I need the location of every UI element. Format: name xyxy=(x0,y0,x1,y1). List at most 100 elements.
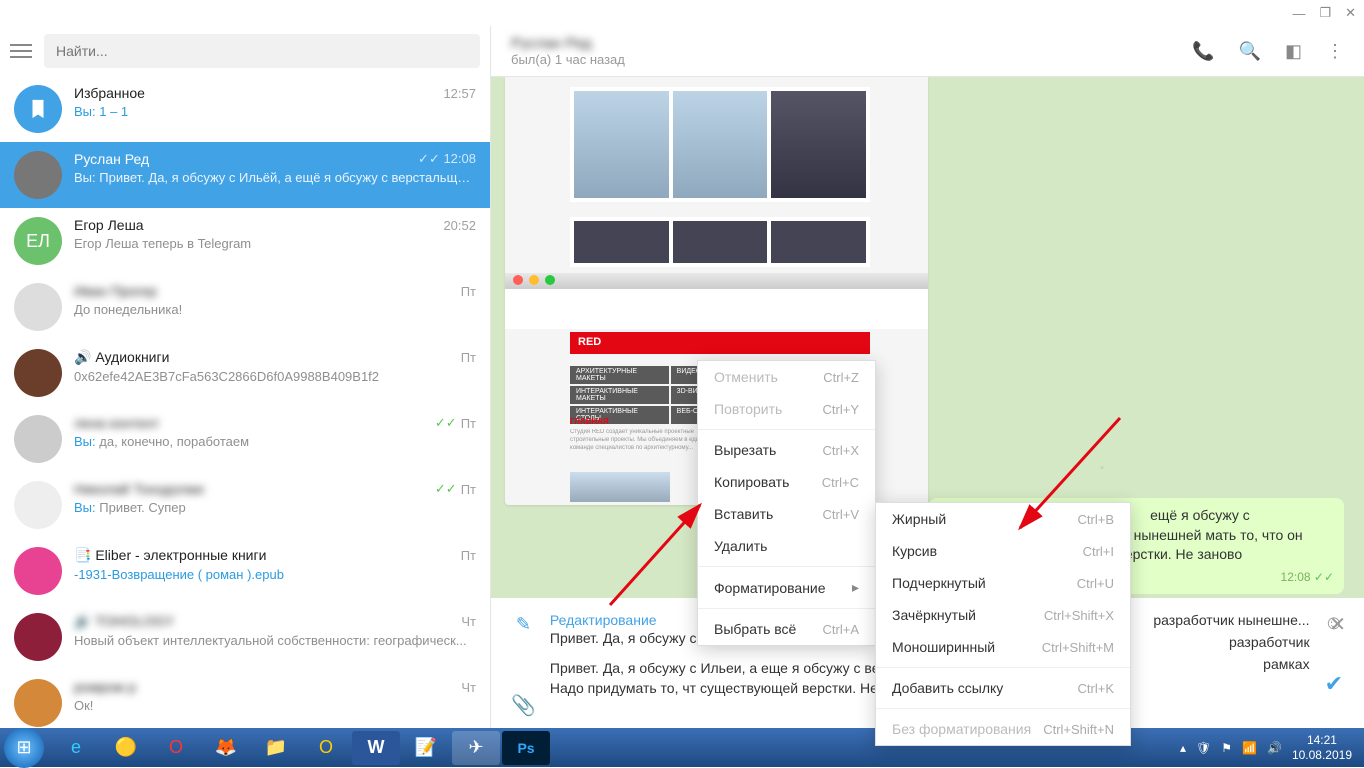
chat-time: ✓✓Пт xyxy=(435,415,476,431)
menu-icon[interactable] xyxy=(10,44,32,58)
avatar xyxy=(14,349,62,397)
chat-item[interactable]: Руслан Ред✓✓ 12:08Вы: Привет. Да, я обсу… xyxy=(0,142,490,208)
avatar xyxy=(14,679,62,727)
tray-network-icon[interactable]: 📶 xyxy=(1242,741,1257,755)
chat-item[interactable]: 📑 Eliber - электронные книги Пт -1931-Возв… xyxy=(0,538,490,604)
chat-item[interactable]: 🔊 АудиокнигиПт0x62efe42AE3B7cFa563C2866D… xyxy=(0,340,490,406)
chat-preview: Вы: Привет. Да, я обсужу с Ильёй, а ещё … xyxy=(74,170,476,185)
avatar xyxy=(14,415,62,463)
annotation-arrow xyxy=(610,495,730,608)
chat-name: 🔊 TOHOLOGY xyxy=(74,613,174,630)
extra-line: рамках xyxy=(1263,656,1309,672)
chat-preview: 0x62efe42AE3B7cFa563C2866D6f0A9988B409B1… xyxy=(74,369,476,384)
chat-name: Руслан Ред xyxy=(74,151,149,167)
bubble-time: 12:08 xyxy=(1281,570,1311,584)
tray-sound-icon[interactable]: 🔊 xyxy=(1267,741,1282,755)
taskbar-explorer[interactable]: 📁 xyxy=(252,731,300,765)
call-icon[interactable]: 📞 xyxy=(1192,41,1214,62)
chat-item[interactable]: 🔊 TOHOLOGYЧтНовый объект интеллектуально… xyxy=(0,604,490,670)
chat-preview: Вы: 1 – 1 xyxy=(74,104,476,119)
tray-flag-icon[interactable]: ⚑ xyxy=(1221,741,1232,755)
menu-item: Без форматированияCtrl+Shift+N xyxy=(876,713,1130,745)
menu-item[interactable]: КопироватьCtrl+C xyxy=(698,466,875,498)
chat-name: 📑 Eliber - электронные книги xyxy=(74,547,266,564)
system-tray[interactable]: ▴ 🛡 ⚑ 📶 🔊 14:21 10.08.2019 xyxy=(1180,733,1360,762)
menu-item[interactable]: ВырезатьCtrl+X xyxy=(698,434,875,466)
tray-clock[interactable]: 14:21 10.08.2019 xyxy=(1292,733,1352,762)
menu-item[interactable]: Добавить ссылкуCtrl+K xyxy=(876,672,1130,704)
chat-item[interactable]: Николай Тоходолжи✓✓ПтВы: Привет. Супер xyxy=(0,472,490,538)
chat-preview: -1931-Возвращение ( роман ).epub xyxy=(74,567,476,582)
chat-preview: Ок! xyxy=(74,698,476,713)
window-close[interactable]: ✕ xyxy=(1345,5,1356,21)
menu-item[interactable]: ПодчеркнутыйCtrl+U xyxy=(876,567,1130,599)
chat-time: Чт xyxy=(461,680,476,695)
menu-item: ПовторитьCtrl+Y xyxy=(698,393,875,425)
chat-time: Пт xyxy=(461,548,476,563)
edit-icon: ✎ xyxy=(516,614,531,635)
chat-name: лена контент xyxy=(74,415,159,431)
extra-line: разработчик нынешне... xyxy=(1153,612,1309,628)
taskbar-opera[interactable]: O xyxy=(152,731,200,765)
menu-item[interactable]: МоноширинныйCtrl+Shift+M xyxy=(876,631,1130,663)
taskbar-firefox[interactable]: 🦊 xyxy=(202,731,250,765)
avatar xyxy=(14,481,62,529)
window-titlebar: — ❐ ✕ xyxy=(0,0,1364,26)
taskbar-notepad[interactable]: 📝 xyxy=(402,731,450,765)
chat-name: ромром р xyxy=(74,679,136,695)
search-icon[interactable]: 🔍 xyxy=(1239,41,1261,62)
chat-title: Руслан Ред xyxy=(511,35,1192,52)
menu-item[interactable]: Выбрать всёCtrl+A xyxy=(698,613,875,645)
sidebar: Избранное 12:57 Вы: 1 – 1 Руслан Ред✓✓ 12:0… xyxy=(0,26,491,728)
taskbar-ie[interactable]: e xyxy=(52,731,100,765)
search-input[interactable] xyxy=(44,34,480,68)
avatar xyxy=(14,85,62,133)
chat-list[interactable]: Избранное 12:57 Вы: 1 – 1 Руслан Ред✓✓ 12:0… xyxy=(0,76,490,728)
send-icon[interactable]: ✔ xyxy=(1325,671,1343,697)
more-icon[interactable]: ⋮ xyxy=(1326,41,1344,62)
window-minimize[interactable]: — xyxy=(1292,6,1305,21)
webshot-brand: RED xyxy=(570,332,870,354)
chat-name: Иван Прогер xyxy=(74,283,157,299)
taskbar-chrome[interactable]: 🟡 xyxy=(102,731,150,765)
clock-date: 10.08.2019 xyxy=(1292,748,1352,762)
extra-line: разработчик xyxy=(1229,634,1310,650)
chat-header: Руслан Ред был(а) 1 час назад 📞 🔍 ◧ ⋮ xyxy=(491,26,1364,77)
clock-time: 14:21 xyxy=(1292,733,1352,747)
avatar xyxy=(14,283,62,331)
sidebar-header xyxy=(0,26,490,76)
taskbar[interactable]: ⊞ e 🟡 O 🦊 📁 O W 📝 ✈ Ps ▴ 🛡 ⚑ 📶 🔊 14:21 1… xyxy=(0,728,1364,767)
chat-preview: Новый объект интеллектуальной собственно… xyxy=(74,633,476,648)
chat-name: 🔊 Аудиокниги xyxy=(74,349,169,366)
chat-item[interactable]: ромром р Чт Ок! xyxy=(0,670,490,728)
chat-name: Избранное xyxy=(74,85,145,101)
tray-shield-icon[interactable]: 🛡 xyxy=(1196,741,1211,755)
chat-preview: До понедельника! xyxy=(74,302,476,317)
close-edit-icon[interactable]: ✕ xyxy=(1329,612,1346,637)
chat-item[interactable]: лена контент ✓✓Пт Вы: да, конечно, поработ… xyxy=(0,406,490,472)
taskbar-photoshop[interactable]: Ps xyxy=(502,731,550,765)
read-ticks-icon: ✓✓ xyxy=(1314,570,1334,584)
chat-time: Пт xyxy=(461,284,476,299)
chat-item[interactable]: Иван Прогер Пт До понедельника! xyxy=(0,274,490,340)
attach-icon[interactable]: 📎 xyxy=(511,693,536,718)
chat-time: ✓✓Пт xyxy=(435,481,476,497)
taskbar-outlook[interactable]: O xyxy=(302,731,350,765)
chat-time: 12:57 xyxy=(443,86,476,101)
chat-item[interactable]: Избранное 12:57 Вы: 1 – 1 xyxy=(0,76,490,142)
menu-item[interactable]: ЗачёркнутыйCtrl+Shift+X xyxy=(876,599,1130,631)
chat-status: был(а) 1 час назад xyxy=(511,52,1192,67)
avatar xyxy=(14,547,62,595)
chat-preview: Вы: да, конечно, поработаем xyxy=(74,434,476,449)
avatar xyxy=(14,613,62,661)
chat-item[interactable]: ЕЛЕгор Леша20:52Егор Леша теперь в Teleg… xyxy=(0,208,490,274)
menu-item: ОтменитьCtrl+Z xyxy=(698,361,875,393)
taskbar-word[interactable]: W xyxy=(352,731,400,765)
start-button[interactable]: ⊞ xyxy=(4,728,44,768)
sidepanel-icon[interactable]: ◧ xyxy=(1285,41,1302,62)
window-maximize[interactable]: ❐ xyxy=(1319,5,1331,21)
webshot-heading: ГЛАВНАЯ xyxy=(570,417,609,426)
chat-preview: Егор Леша теперь в Telegram xyxy=(74,236,476,251)
taskbar-telegram[interactable]: ✈ xyxy=(452,731,500,765)
tray-up-icon[interactable]: ▴ xyxy=(1180,741,1186,755)
